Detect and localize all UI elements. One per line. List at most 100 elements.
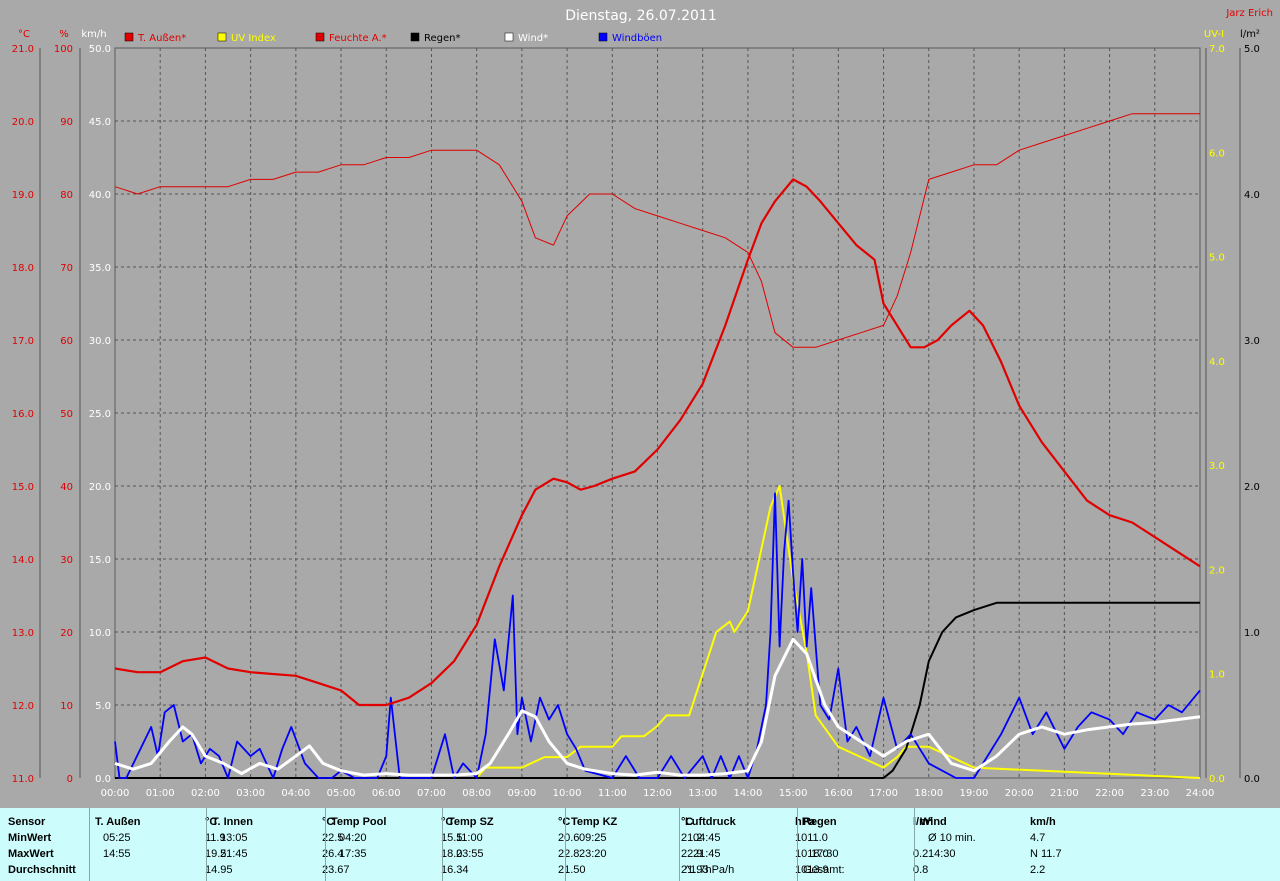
column-separator xyxy=(89,808,90,881)
legend-label: Feuchte A.* xyxy=(329,33,387,44)
x-tick-label: 06:00 xyxy=(372,788,401,799)
legend-label: Windböen xyxy=(612,33,662,44)
min-time: 04:45 xyxy=(693,832,721,844)
wind-tick-label: 30.0 xyxy=(89,336,111,347)
wind-tick-label: 20.0 xyxy=(89,482,111,493)
uv-tick-label: 5.0 xyxy=(1209,253,1225,264)
uv-tick-label: 4.0 xyxy=(1209,357,1225,368)
uv-tick-label: 0.0 xyxy=(1209,774,1225,785)
rain-tick-label: 0.0 xyxy=(1244,774,1260,785)
column-separator xyxy=(679,808,680,881)
rain-tick-label: 5.0 xyxy=(1244,44,1260,55)
column-separator xyxy=(442,808,443,881)
stats-table: Sensor MinWert MaxWert Durchschnitt T. A… xyxy=(0,808,1280,881)
x-tick-label: 21:00 xyxy=(1050,788,1079,799)
min-time: 09:25 xyxy=(579,832,607,844)
max-time: 21:45 xyxy=(693,848,721,860)
x-tick-label: 13:00 xyxy=(688,788,717,799)
x-tick-label: 22:00 xyxy=(1095,788,1124,799)
x-tick-label: 12:00 xyxy=(643,788,672,799)
column-title: Regen xyxy=(803,816,837,828)
legend-swatch xyxy=(410,32,420,42)
humidity-tick-label: 60 xyxy=(60,336,73,347)
rain-tick-label: 3.0 xyxy=(1244,336,1260,347)
legend: T. Außen* UV Index Feuchte A.* Regen* Wind* W… xyxy=(124,32,662,44)
humidity-tick-label: 70 xyxy=(60,263,73,274)
legend-swatch xyxy=(504,32,514,42)
temp-tick-label: 13.0 xyxy=(12,628,34,639)
chart-author: Jarz Erich xyxy=(1225,8,1273,19)
wind-tick-label: 45.0 xyxy=(89,117,111,128)
humidity-tick-label: 0 xyxy=(67,774,73,785)
temp-unit: °C xyxy=(18,29,30,40)
temp-tick-label: 21.0 xyxy=(12,44,34,55)
column-title: Temp Pool xyxy=(331,816,387,828)
temp-tick-label: 19.0 xyxy=(12,190,34,201)
wind-unit: km/h xyxy=(81,29,106,40)
column-separator xyxy=(565,808,566,881)
x-tick-label: 02:00 xyxy=(191,788,220,799)
grid xyxy=(114,47,1201,779)
max-time: 14:55 xyxy=(103,848,131,860)
x-tick-label: 18:00 xyxy=(914,788,943,799)
wind-tick-label: 40.0 xyxy=(89,190,111,201)
max-time: 17:30 xyxy=(811,848,839,860)
row-label-header: Sensor xyxy=(8,816,46,828)
uv-unit: UV-I xyxy=(1204,29,1224,40)
humidity-tick-label: 10 xyxy=(60,701,73,712)
x-tick-label: 07:00 xyxy=(417,788,446,799)
uv-tick-label: 2.0 xyxy=(1209,565,1225,576)
rain-tick-label: 1.0 xyxy=(1244,628,1260,639)
max-time: 23:20 xyxy=(579,848,607,860)
legend-swatch xyxy=(315,32,325,42)
x-tick-label: 24:00 xyxy=(1186,788,1215,799)
humidity-tick-label: 50 xyxy=(60,409,73,420)
x-tick-label: 11:00 xyxy=(598,788,627,799)
x-tick-label: 15:00 xyxy=(779,788,808,799)
x-tick-label: 01:00 xyxy=(146,788,175,799)
humidity-tick-label: 80 xyxy=(60,190,73,201)
x-tick-label: 08:00 xyxy=(462,788,491,799)
legend-label: UV Index xyxy=(231,33,276,44)
legend-label: T. Außen* xyxy=(137,33,186,44)
column-title: Temp KZ xyxy=(571,816,618,828)
x-tick-label: 17:00 xyxy=(869,788,898,799)
uv-tick-label: 7.0 xyxy=(1209,44,1225,55)
x-tick-label: 03:00 xyxy=(236,788,265,799)
humidity-tick-label: 40 xyxy=(60,482,73,493)
x-tick-label: 00:00 xyxy=(101,788,130,799)
legend-label: Regen* xyxy=(424,33,461,44)
humidity-tick-label: 30 xyxy=(60,555,73,566)
column-separator xyxy=(206,808,207,881)
min-time: 13:05 xyxy=(220,832,248,844)
rain-tick-label: 2.0 xyxy=(1244,482,1260,493)
x-tick-label: 04:00 xyxy=(281,788,310,799)
humidity-tick-label: 100 xyxy=(54,44,73,55)
column-title: Temp SZ xyxy=(448,816,494,828)
row-label-min: MinWert xyxy=(8,832,52,844)
max-time: 21:45 xyxy=(220,848,248,860)
x-tick-label: 19:00 xyxy=(960,788,989,799)
uv-tick-label: 3.0 xyxy=(1209,461,1225,472)
wind-tick-label: 10.0 xyxy=(89,628,111,639)
x-tick-label: 16:00 xyxy=(824,788,853,799)
max-time: 23:55 xyxy=(456,848,484,860)
weather-chart: Dienstag, 26.07.2011 Jarz Erich °C % km/… xyxy=(12,8,1273,799)
wind-tick-label: 50.0 xyxy=(89,44,111,55)
min-time: Ø 10 min. xyxy=(928,832,976,844)
temp-tick-label: 11.0 xyxy=(12,774,34,785)
humidity-unit: % xyxy=(59,29,69,40)
x-tick-label: 05:00 xyxy=(327,788,356,799)
avg-label: ^1.7hPa/h xyxy=(685,864,735,876)
legend-label: Wind* xyxy=(518,33,548,44)
legend-swatch xyxy=(217,32,227,42)
rain-tick-label: 4.0 xyxy=(1244,190,1260,201)
min-time: 04:20 xyxy=(339,832,367,844)
temp-tick-label: 17.0 xyxy=(12,336,34,347)
x-tick-label: 20:00 xyxy=(1005,788,1034,799)
uv-tick-label: 6.0 xyxy=(1209,148,1225,159)
wind-tick-label: 15.0 xyxy=(89,555,111,566)
temp-tick-label: 20.0 xyxy=(12,117,34,128)
temp-tick-label: 18.0 xyxy=(12,263,34,274)
x-tick-label: 23:00 xyxy=(1140,788,1169,799)
